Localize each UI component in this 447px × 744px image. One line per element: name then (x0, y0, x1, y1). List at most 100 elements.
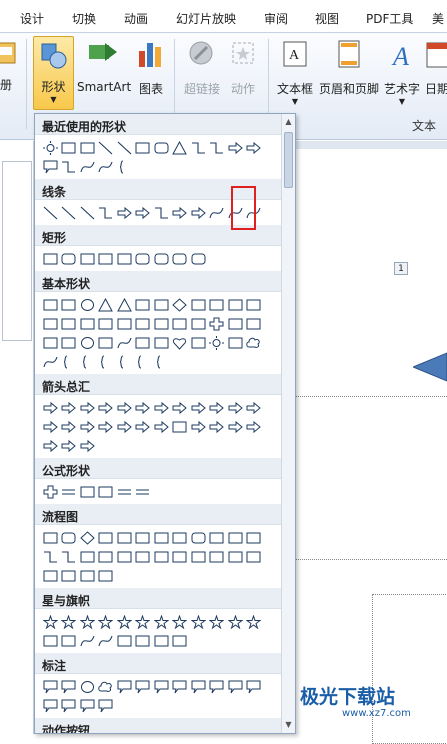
star-7-icon[interactable] (134, 612, 153, 631)
text-box-icon[interactable] (60, 138, 79, 157)
star-12-icon[interactable] (189, 612, 208, 631)
oval-icon[interactable] (78, 295, 97, 314)
double-brace-icon[interactable] (78, 352, 97, 371)
line-callout-2-border-icon[interactable] (60, 696, 79, 715)
down-arrow-icon[interactable] (245, 138, 264, 157)
slide-arrow-shape[interactable] (413, 349, 447, 385)
line-callout-1-border-icon[interactable] (41, 696, 60, 715)
snip-round-rectangle-icon[interactable] (134, 249, 153, 268)
line-callout-2-icon[interactable] (134, 677, 153, 696)
plaque-icon[interactable] (226, 314, 245, 333)
delay-icon[interactable] (245, 547, 264, 566)
line-callout-1-accent-icon[interactable] (189, 677, 208, 696)
curved-up-arrow-icon[interactable] (78, 417, 97, 436)
bent-up-arrow-icon[interactable] (245, 398, 264, 417)
punched-tape-icon[interactable] (97, 547, 116, 566)
elbow-connector-icon[interactable] (97, 203, 116, 222)
display-icon[interactable] (97, 566, 116, 585)
hexagon-icon[interactable] (208, 295, 227, 314)
scroll-up-icon[interactable]: ▲ (284, 117, 293, 127)
horizontal-scroll-icon[interactable] (134, 631, 153, 650)
curved-connector-icon[interactable] (60, 157, 79, 176)
merge-icon[interactable] (208, 547, 227, 566)
album-button[interactable]: 册 (0, 39, 18, 93)
round-corner-rectangle-icon[interactable] (152, 249, 171, 268)
line-icon[interactable] (41, 203, 60, 222)
extract-icon[interactable] (189, 547, 208, 566)
arrow-line-icon[interactable] (60, 203, 79, 222)
pie-icon[interactable] (78, 314, 97, 333)
diagonal-stripe-icon[interactable] (189, 314, 208, 333)
line-callout-4-border-icon[interactable] (97, 696, 116, 715)
sort-icon[interactable] (171, 547, 190, 566)
bent-arrow-icon[interactable] (189, 398, 208, 417)
snip-diagonal-rectangle-icon[interactable] (115, 249, 134, 268)
arc-icon[interactable] (78, 157, 97, 176)
arrow-line-icon[interactable] (115, 138, 134, 157)
smiley-icon[interactable] (152, 333, 171, 352)
internal-storage-icon[interactable] (134, 528, 153, 547)
curve-icon[interactable] (97, 157, 116, 176)
elbow-arrow-icon[interactable] (115, 203, 134, 222)
round-diagonal-rectangle-icon[interactable] (189, 249, 208, 268)
card-icon[interactable] (78, 547, 97, 566)
tab-pdf-tools[interactable]: PDF工具 (366, 10, 413, 27)
elbow-double-arrow-icon[interactable] (134, 203, 153, 222)
curved-connector-icon[interactable] (152, 203, 171, 222)
arc-icon[interactable] (41, 352, 60, 371)
curve-icon[interactable] (208, 203, 227, 222)
not-equal-icon[interactable] (134, 482, 153, 501)
chart-button[interactable]: 图表 (135, 39, 167, 97)
preparation-icon[interactable] (208, 528, 227, 547)
shapes-button[interactable]: 形状 ▼ (33, 36, 74, 110)
round-corners-rectangle-icon[interactable] (171, 249, 190, 268)
pentagon-arrow-icon[interactable] (152, 417, 171, 436)
alternate-process-icon[interactable] (60, 528, 79, 547)
cloud-callout-icon[interactable] (97, 677, 116, 696)
line-callout-3-border-icon[interactable] (78, 696, 97, 715)
triangle-icon[interactable] (97, 295, 116, 314)
tab-transitions[interactable]: 切换 (72, 10, 96, 27)
gear-icon[interactable] (41, 138, 60, 157)
cross-icon[interactable] (208, 314, 227, 333)
curved-double-arrow-icon[interactable] (189, 203, 208, 222)
text-box-icon[interactable] (41, 295, 60, 314)
rounded-callout-icon[interactable] (41, 157, 60, 176)
up-arrow-icon[interactable] (78, 398, 97, 417)
summing-junction-icon[interactable] (115, 547, 134, 566)
scrollbar-thumb[interactable] (284, 132, 293, 188)
chevron-icon[interactable] (171, 417, 190, 436)
u-turn-arrow-icon[interactable] (208, 398, 227, 417)
curved-left-arrow-icon[interactable] (60, 417, 79, 436)
right-arrow-icon[interactable] (41, 398, 60, 417)
folded-corner-icon[interactable] (134, 333, 153, 352)
no-symbol-icon[interactable] (97, 333, 116, 352)
off-page-connector-icon[interactable] (60, 547, 79, 566)
trapezoid-icon[interactable] (152, 295, 171, 314)
triangle-icon[interactable] (171, 138, 190, 157)
down-arrow-icon[interactable] (97, 398, 116, 417)
double-bracket-icon[interactable] (60, 352, 79, 371)
curved-ribbon-down-icon[interactable] (97, 631, 116, 650)
tab-slideshow[interactable]: 幻灯片放映 (176, 10, 236, 27)
brace-icon[interactable] (115, 157, 134, 176)
tab-animations[interactable]: 动画 (124, 10, 148, 27)
up-arrow-callout-icon[interactable] (245, 417, 264, 436)
right-arrow-callout-icon[interactable] (189, 417, 208, 436)
star-8-icon[interactable] (152, 612, 171, 631)
striped-right-arrow-icon[interactable] (115, 417, 134, 436)
datetime-button[interactable]: 日期 (425, 39, 447, 97)
curved-ribbon-up-icon[interactable] (78, 631, 97, 650)
slide-thumbnail-panel[interactable] (0, 141, 34, 734)
oval-callout-icon[interactable] (78, 677, 97, 696)
picture-box-icon[interactable] (60, 295, 79, 314)
cube-icon[interactable] (41, 333, 60, 352)
snip-corner-rectangle-icon[interactable] (78, 249, 97, 268)
decagon-icon[interactable] (41, 314, 60, 333)
wave-icon[interactable] (152, 631, 171, 650)
magnetic-disk-icon[interactable] (60, 566, 79, 585)
left-arrow-callout-icon[interactable] (226, 417, 245, 436)
elbow-connector-icon[interactable] (208, 138, 227, 157)
plus-icon[interactable] (41, 482, 60, 501)
textbox-button[interactable]: A 文本框 ▼ (274, 39, 316, 106)
